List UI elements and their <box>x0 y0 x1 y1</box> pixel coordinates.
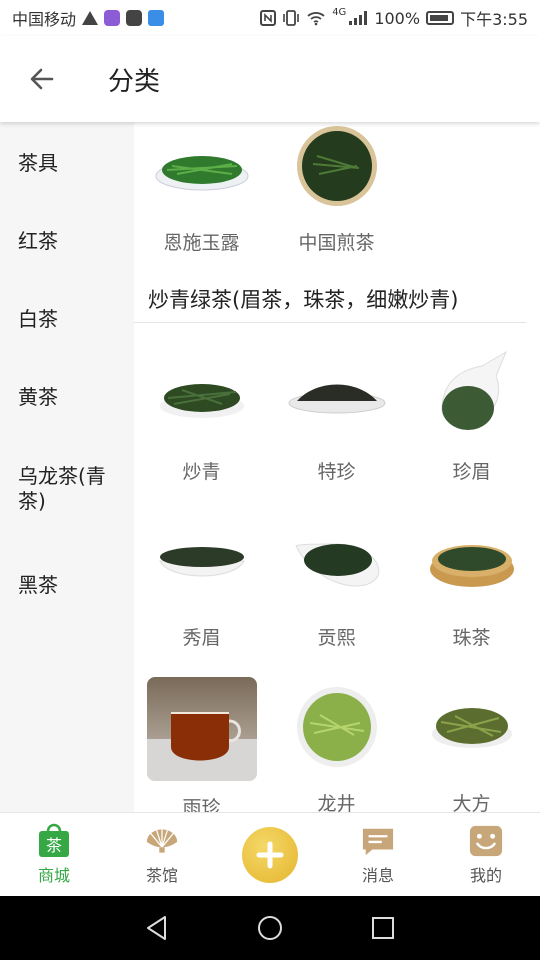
product-label: 特珍 <box>317 461 356 483</box>
category-content: 恩施玉露 中国煎茶 炒青绿茶(眉茶，珠茶，细嫩炒青) 炒青 特珍 珍眉 秀眉 贡… <box>134 122 540 812</box>
list-item[interactable]: 贡熙 <box>269 511 404 677</box>
product-image <box>417 677 527 777</box>
sidebar-item-white-tea[interactable]: 白茶 <box>0 278 134 356</box>
square-recents-icon <box>372 917 395 939</box>
list-item[interactable]: 雨珍 <box>134 677 269 812</box>
app-notification-icon-2 <box>126 10 143 26</box>
product-label: 珠茶 <box>452 627 491 649</box>
smile-icon <box>469 824 503 858</box>
status-right: 4G 100% 下午3:55 <box>260 6 528 30</box>
nav-label: 商城 <box>37 865 70 885</box>
product-label: 龙井 <box>317 793 356 812</box>
section-title: 炒青绿茶(眉茶，珠茶，细嫩炒青) <box>134 275 526 323</box>
nfc-icon <box>260 10 277 26</box>
network-type: 4G <box>332 6 347 18</box>
status-left: 中国移动 <box>12 6 165 30</box>
product-image <box>282 345 392 445</box>
product-label: 珍眉 <box>452 461 491 483</box>
nav-shop[interactable]: 茶 商城 <box>0 813 108 896</box>
app-bar: 分类 <box>0 36 540 122</box>
sidebar-item-label: 红茶 <box>18 228 58 253</box>
product-label: 雨珍 <box>182 797 221 812</box>
sidebar-item-black-tea[interactable]: 红茶 <box>0 200 134 278</box>
product-image <box>146 677 257 781</box>
category-sidebar: 茶具 红茶 白茶 黄茶 乌龙茶(青茶) 黑茶 <box>0 122 134 812</box>
warning-icon <box>82 11 99 25</box>
product-image <box>417 345 527 445</box>
list-item[interactable]: 中国煎茶 <box>269 122 404 255</box>
product-label: 恩施玉露 <box>163 232 240 254</box>
circle-home-icon <box>257 916 282 940</box>
fan-icon <box>145 824 179 858</box>
nav-profile[interactable]: 我的 <box>432 813 540 896</box>
triangle-back-icon <box>146 916 166 940</box>
sidebar-item-label: 白茶 <box>18 306 58 331</box>
page-title: 分类 <box>108 66 161 97</box>
product-image <box>282 511 392 611</box>
nav-label: 我的 <box>469 865 502 885</box>
sidebar-item-yellow-tea[interactable]: 黄茶 <box>0 356 134 434</box>
arrow-left-icon <box>30 68 54 90</box>
shop-bag-icon: 茶 <box>37 823 71 858</box>
back-button[interactable] <box>0 36 84 122</box>
list-item[interactable]: 恩施玉露 <box>134 122 269 255</box>
status-bar: 中国移动 4G 100% 下午3:55 <box>0 0 540 36</box>
nav-messages[interactable]: 消息 <box>324 813 432 896</box>
sidebar-item-tea-ware[interactable]: 茶具 <box>0 122 134 200</box>
app-notification-icon <box>104 10 121 26</box>
product-image <box>147 511 257 611</box>
list-item[interactable]: 珍眉 <box>404 345 539 511</box>
signal-icon <box>349 11 368 25</box>
battery-icon <box>426 11 455 25</box>
product-grid: 炒青 特珍 珍眉 秀眉 贡熙 珠茶 雨珍 龙井 大方 <box>134 345 540 812</box>
add-icon <box>242 826 298 883</box>
list-item[interactable]: 秀眉 <box>134 511 269 677</box>
list-item[interactable]: 龙井 <box>269 677 404 812</box>
product-image <box>147 345 257 445</box>
system-recents-button[interactable] <box>363 908 403 948</box>
product-label: 炒青 <box>182 461 221 483</box>
carrier-text: 中国移动 <box>12 10 77 29</box>
product-label: 中国煎茶 <box>298 232 375 254</box>
system-nav-bar <box>0 896 540 960</box>
product-label: 贡熙 <box>317 627 356 649</box>
list-item[interactable]: 特珍 <box>269 345 404 511</box>
sidebar-item-label: 茶具 <box>18 150 58 175</box>
svg-text:茶: 茶 <box>46 836 62 855</box>
sidebar-item-label: 乌龙茶(青茶) <box>18 464 106 513</box>
nav-teahouse[interactable]: 茶馆 <box>108 813 216 896</box>
nav-add[interactable] <box>216 813 324 896</box>
system-home-button[interactable] <box>250 908 290 948</box>
sidebar-item-oolong-tea[interactable]: 乌龙茶(青茶) <box>0 434 134 544</box>
product-image <box>282 122 392 216</box>
list-item[interactable]: 炒青 <box>134 345 269 511</box>
sidebar-item-label: 黄茶 <box>18 384 58 409</box>
battery-percent: 100% <box>374 8 421 28</box>
product-image <box>282 677 392 777</box>
list-item[interactable]: 珠茶 <box>404 511 539 677</box>
list-item[interactable]: 大方 <box>404 677 539 812</box>
product-image <box>147 122 257 216</box>
sidebar-item-dark-tea[interactable]: 黑茶 <box>0 544 134 622</box>
wifi-icon <box>307 12 325 26</box>
app-notification-icon-3 <box>148 10 165 26</box>
vibrate-icon <box>283 10 299 26</box>
product-image <box>417 511 527 611</box>
message-icon <box>361 824 395 858</box>
sidebar-item-label: 黑茶 <box>18 572 58 597</box>
product-label: 秀眉 <box>182 627 221 649</box>
nav-label: 茶馆 <box>145 865 178 885</box>
clock-text: 下午3:55 <box>460 10 528 29</box>
bottom-nav: 茶 商城 茶馆 消息 我的 <box>0 812 540 896</box>
top-grid: 恩施玉露 中国煎茶 <box>134 122 540 255</box>
nav-label: 消息 <box>361 865 394 885</box>
product-label: 大方 <box>452 793 491 812</box>
system-back-button[interactable] <box>137 908 177 948</box>
